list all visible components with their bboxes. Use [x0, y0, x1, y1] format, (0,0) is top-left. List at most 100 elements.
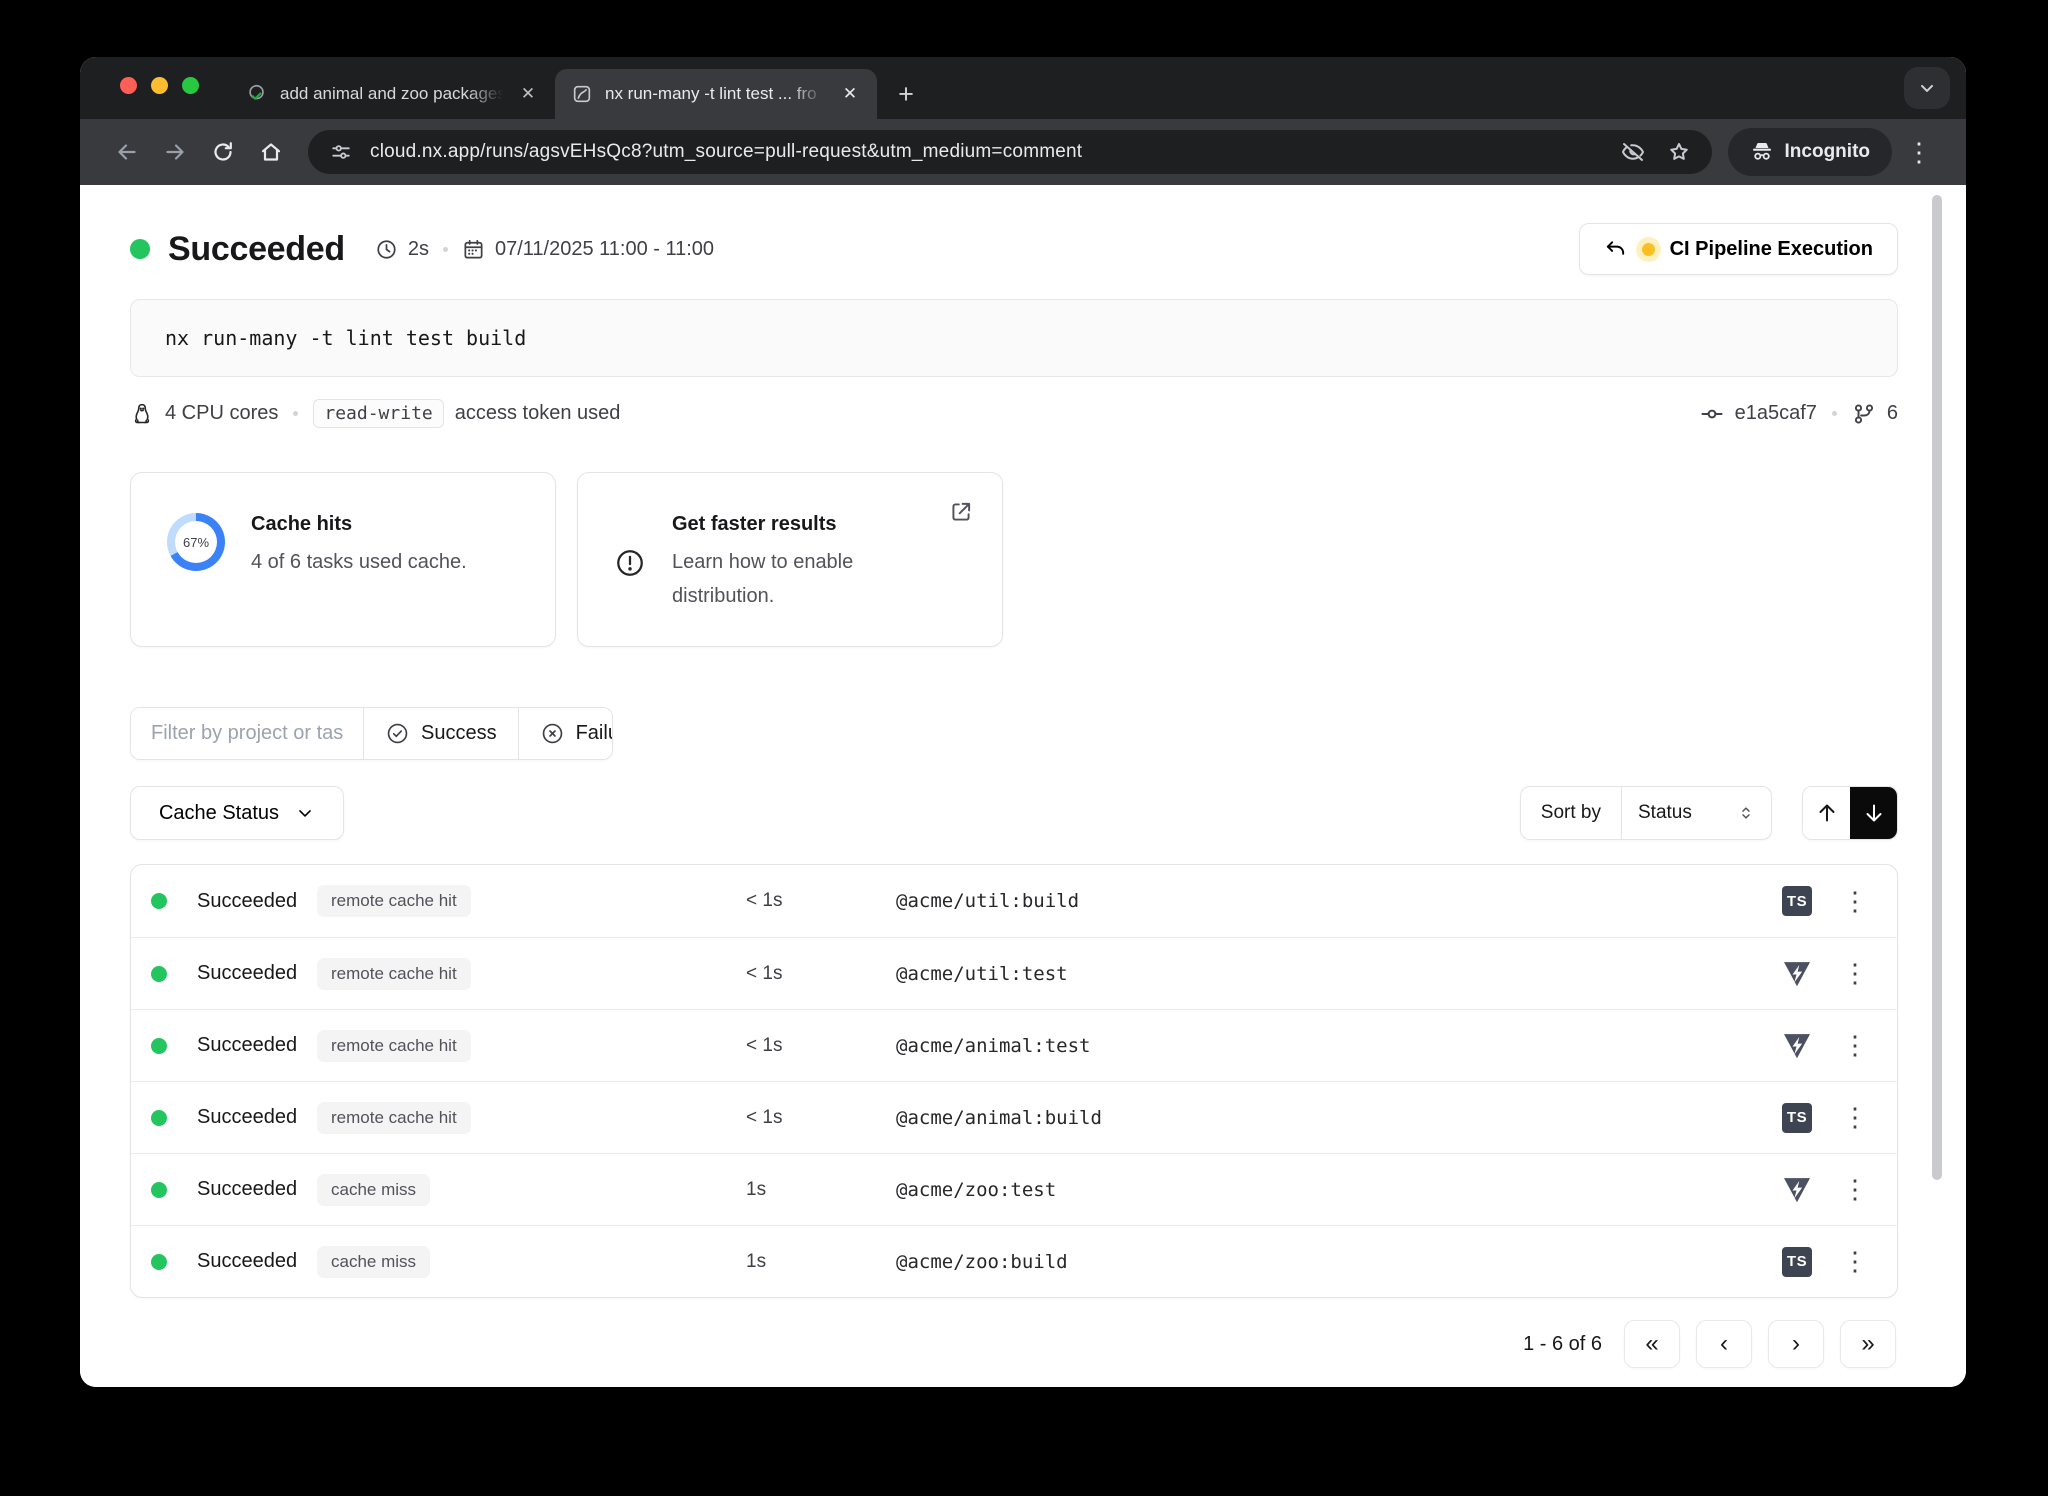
row-task-name[interactable]: @acme/animal:test [896, 1035, 1757, 1057]
row-tool: TS [1757, 1032, 1837, 1060]
back-button[interactable] [106, 131, 148, 173]
row-task-name[interactable]: @acme/animal:build [896, 1107, 1757, 1129]
cache-status-dropdown[interactable]: Cache Status [130, 786, 344, 840]
row-tool: TS [1757, 1246, 1837, 1277]
row-duration: 1s [746, 1178, 767, 1200]
cache-status-badge: remote cache hit [317, 957, 471, 990]
row-task-name[interactable]: @acme/util:test [896, 963, 1757, 985]
last-page-button[interactable]: » [1840, 1320, 1896, 1368]
filter-controls: Success Failures [130, 707, 613, 760]
row-status: Succeeded [197, 1034, 298, 1056]
tab-github-pr[interactable]: add animal and zoo packages ✕ [230, 69, 555, 119]
cache-percent: 67% [182, 534, 210, 550]
tab-title: add animal and zoo packages [280, 84, 503, 104]
sort-control: Sort by Status [1519, 786, 1772, 840]
external-link-icon[interactable] [948, 499, 974, 525]
incognito-label: Incognito [1784, 141, 1870, 162]
minimize-window-button[interactable] [151, 77, 168, 94]
row-menu-button[interactable]: ⋮ [1837, 1174, 1873, 1205]
row-menu-button[interactable]: ⋮ [1837, 1030, 1873, 1061]
cache-status-label: Cache Status [158, 801, 280, 824]
row-duration: < 1s [746, 890, 783, 911]
row-tool: TS [1757, 1102, 1837, 1133]
row-status-dot-icon [151, 1109, 167, 1126]
forward-button[interactable] [154, 131, 196, 173]
table-row[interactable]: Succeeded remote cache hit < 1s @acme/an… [131, 1081, 1897, 1153]
zoom-window-button[interactable] [182, 77, 199, 94]
browser-toolbar: cloud.nx.app/runs/agsvEHsQc8?utm_source=… [80, 119, 1966, 185]
url-text[interactable]: cloud.nx.app/runs/agsvEHsQc8?utm_source=… [370, 141, 1604, 163]
filter-success-button[interactable]: Success [363, 708, 518, 759]
nx-cloud-favicon-icon [571, 83, 593, 105]
page-title: Succeeded [168, 229, 345, 268]
access-token-label: access token used [454, 402, 621, 424]
hide-page-icon[interactable] [1616, 135, 1650, 169]
row-menu-button[interactable]: ⋮ [1837, 1246, 1873, 1277]
run-date-range: 07/11/2025 11:00 - 11:00 [494, 237, 715, 260]
tab-close-icon[interactable]: ✕ [837, 81, 863, 107]
browser-menu-icon[interactable]: ⋮ [1898, 131, 1940, 173]
faster-card-title: Get faster results [672, 513, 837, 535]
url-bar[interactable]: cloud.nx.app/runs/agsvEHsQc8?utm_source=… [308, 130, 1712, 174]
reload-button[interactable] [202, 131, 244, 173]
row-status-dot-icon [151, 1181, 167, 1198]
row-duration: < 1s [746, 962, 783, 984]
summary-cards: 67% Cache hits 4 of 6 tasks used cache. [130, 472, 1898, 647]
table-row[interactable]: Succeeded remote cache hit < 1s @acme/ut… [131, 865, 1897, 937]
table-row[interactable]: Succeeded cache miss 1s @acme/zoo:build … [131, 1225, 1897, 1297]
table-row[interactable]: Succeeded remote cache hit < 1s @acme/ut… [131, 937, 1897, 1009]
filter-input[interactable] [131, 708, 363, 759]
row-duration: 1s [746, 1250, 767, 1272]
row-task-name[interactable]: @acme/zoo:test [896, 1179, 1757, 1201]
chevron-down-icon [295, 803, 315, 823]
row-menu-button[interactable]: ⋮ [1837, 886, 1873, 917]
linux-penguin-icon [130, 402, 154, 426]
sort-descending-button[interactable] [1850, 787, 1897, 839]
page-scrollbar[interactable] [1932, 195, 1942, 1180]
commit-hash[interactable]: e1a5caf7 [1735, 402, 1817, 425]
row-status: Succeeded [197, 962, 298, 984]
typescript-logo-icon: TS [1782, 1246, 1812, 1277]
row-menu-button[interactable]: ⋮ [1837, 958, 1873, 989]
bookmark-star-icon[interactable] [1662, 135, 1696, 169]
tab-close-icon[interactable]: ✕ [515, 81, 541, 107]
row-task-name[interactable]: @acme/zoo:build [896, 1251, 1757, 1273]
first-page-button[interactable]: « [1624, 1320, 1680, 1368]
tab-title: nx run-many -t lint test ... fro [605, 84, 825, 104]
cache-status-badge: cache miss [317, 1245, 431, 1278]
vitest-logo-icon [1782, 1032, 1812, 1060]
faster-card-subtitle: Learn how to enable distribution. [672, 551, 854, 607]
cache-hits-card[interactable]: 67% Cache hits 4 of 6 tasks used cache. [130, 472, 556, 647]
cache-status-badge: cache miss [317, 1173, 431, 1206]
sort-ascending-button[interactable] [1803, 787, 1850, 839]
row-task-name[interactable]: @acme/util:build [896, 890, 1757, 912]
branch-run-count[interactable]: 6 [1887, 402, 1898, 425]
previous-page-button[interactable]: ‹ [1696, 1320, 1752, 1368]
tab-search-button[interactable] [1904, 67, 1950, 109]
incognito-badge: Incognito [1727, 128, 1892, 176]
traffic-lights [120, 77, 199, 94]
pagination: 1 - 6 of 6 « ‹ › » [130, 1320, 1898, 1368]
environment-row: 4 CPU cores read-write access token used… [130, 399, 1898, 428]
table-row[interactable]: Succeeded cache miss 1s @acme/zoo:test T… [131, 1153, 1897, 1225]
nx-cloud-run-page: Succeeded 2s 07/11/2025 11:00 - 11:00 CI… [80, 185, 1966, 1387]
run-duration: 2s [407, 237, 429, 260]
faster-results-card[interactable]: Get faster results Learn how to enable d… [577, 472, 1003, 647]
close-window-button[interactable] [120, 77, 137, 94]
next-page-button[interactable]: › [1768, 1320, 1824, 1368]
git-commit-icon [1700, 402, 1724, 426]
table-row[interactable]: Succeeded remote cache hit < 1s @acme/an… [131, 1009, 1897, 1081]
tab-nx-run[interactable]: nx run-many -t lint test ... fro ✕ [555, 69, 877, 119]
filter-failures-button[interactable]: Failures [517, 708, 612, 759]
pipeline-execution-button[interactable]: CI Pipeline Execution [1578, 223, 1898, 275]
new-tab-button[interactable]: + [887, 75, 925, 113]
site-settings-icon[interactable] [324, 135, 358, 169]
home-button[interactable] [250, 131, 292, 173]
row-menu-button[interactable]: ⋮ [1837, 1102, 1873, 1133]
tab-bar: add animal and zoo packages ✕ nx run-man… [80, 57, 1966, 119]
sort-field-select[interactable]: Status [1621, 787, 1771, 839]
row-duration: < 1s [746, 1034, 783, 1056]
table-controls: Cache Status Sort by Status [130, 786, 1898, 840]
arrow-up-icon [1815, 801, 1839, 825]
cache-status-badge: remote cache hit [317, 885, 471, 917]
